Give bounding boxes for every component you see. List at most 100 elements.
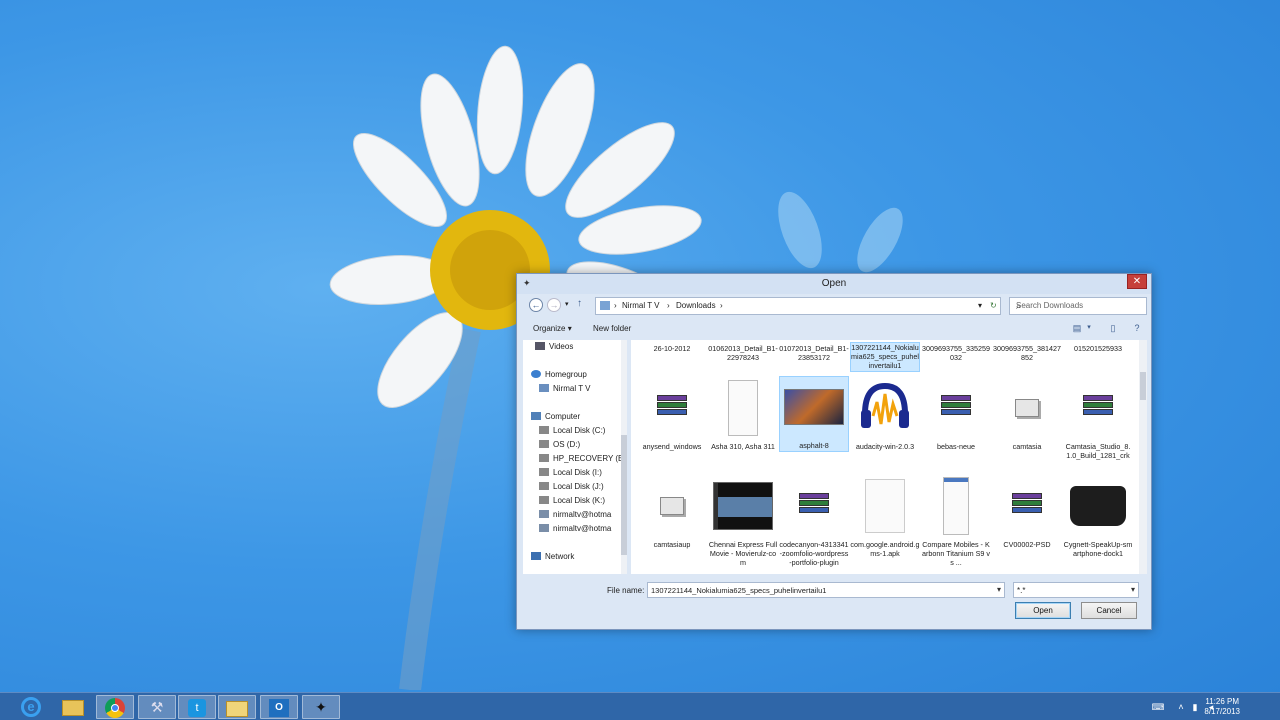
- file-item[interactable]: com.google.android.gms-1.apk: [850, 476, 920, 558]
- nav-network[interactable]: Network: [531, 552, 574, 561]
- chevron-up-icon[interactable]: ˄: [1176, 702, 1186, 712]
- twitter-icon[interactable]: t: [178, 695, 216, 719]
- image-thumbnail-icon: [784, 377, 844, 437]
- keyboard-icon[interactable]: ⌨: [1150, 702, 1166, 712]
- chevron-right-icon: ›: [720, 301, 723, 310]
- file-name: 26-10-2012: [653, 344, 691, 353]
- search-box[interactable]: Search Downloads ⌕: [1009, 297, 1147, 315]
- new-folder-button[interactable]: New folder: [593, 324, 631, 333]
- nav-drive-label: Local Disk (C:): [553, 426, 606, 435]
- network-drive-icon: [539, 524, 549, 532]
- file-name-value: 1307221144_Nokialumia625_specs_puhelinve…: [651, 586, 827, 595]
- file-explorer-icon[interactable]: [54, 695, 92, 719]
- nav-network-drive[interactable]: nirmaltv@hotma: [539, 510, 611, 519]
- breadcrumb-downloads[interactable]: Downloads: [676, 301, 716, 310]
- nav-network-drive[interactable]: nirmaltv@hotma: [539, 524, 611, 533]
- refresh-icon[interactable]: ↻: [990, 301, 997, 310]
- file-item[interactable]: anysend_windows: [637, 378, 707, 451]
- nav-videos[interactable]: Videos: [535, 342, 573, 351]
- file-item[interactable]: Compare Mobiles - Karbonn Titanium S9 vs…: [921, 476, 991, 567]
- nav-drive[interactable]: Local Disk (K:): [539, 496, 605, 505]
- file-name: 01072013_Detail_B1-23853172: [779, 344, 849, 362]
- outlook-icon[interactable]: O: [260, 695, 298, 719]
- file-item[interactable]: camtasiaup: [637, 476, 707, 549]
- nav-network-drive-label: nirmaltv@hotma: [553, 524, 612, 533]
- recent-dropdown-icon[interactable]: ▾: [565, 300, 569, 308]
- preview-pane-icon[interactable]: ▯: [1107, 323, 1119, 333]
- nav-computer[interactable]: Computer: [531, 412, 580, 421]
- breadcrumb-user[interactable]: Nirmal T V: [622, 301, 660, 310]
- file-type-select[interactable]: *.* ▾: [1013, 582, 1139, 598]
- file-item[interactable]: camtasia: [992, 378, 1062, 451]
- file-item[interactable]: bebas-neue: [921, 378, 991, 451]
- file-name: CV00002-PSD: [1003, 540, 1051, 549]
- file-item-selected[interactable]: 1307221144_Nokialumia625_specs_puhelinve…: [850, 342, 920, 372]
- nav-drive[interactable]: Local Disk (J:): [539, 482, 604, 491]
- nav-drive[interactable]: HP_RECOVERY (E: [539, 454, 623, 463]
- clock[interactable]: 11:26 PM 8/17/2013: [1204, 697, 1240, 717]
- taskbar: e ⚒ t O ✦ ⌨ ˄ ▮ ◂ 11:26 PM 8/17/2013: [0, 692, 1280, 720]
- chevron-down-icon[interactable]: ▾: [997, 585, 1001, 594]
- forward-icon[interactable]: →: [547, 298, 561, 312]
- file-item[interactable]: codecanyon-4313341-zoomfolio-wordpress-p…: [779, 476, 849, 567]
- nav-drive[interactable]: OS (D:): [539, 440, 580, 449]
- file-item[interactable]: Asha 310, Asha 311: [708, 378, 778, 451]
- nav-drive[interactable]: Local Disk (C:): [539, 426, 605, 435]
- nav-homegroup-user[interactable]: Nirmal T V: [539, 384, 591, 393]
- network-signal-icon[interactable]: ▮: [1190, 702, 1200, 712]
- file-item[interactable]: Chennai Express Full Movie - Movierulz-c…: [708, 476, 778, 567]
- file-item[interactable]: 01072013_Detail_B1-23853172: [779, 344, 849, 362]
- nav-homegroup[interactable]: Homegroup: [531, 370, 587, 379]
- winrar-icon: [926, 378, 986, 438]
- file-item[interactable]: Cygnett-SpeakUp-smartphone-dock1: [1063, 476, 1133, 558]
- open-button[interactable]: Open: [1015, 602, 1071, 619]
- nav-drive-label: HP_RECOVERY (E: [553, 454, 624, 463]
- folder-icon[interactable]: [218, 695, 256, 719]
- homegroup-icon: [531, 370, 541, 378]
- file-item[interactable]: 3009693755_381427852: [992, 344, 1062, 362]
- chevron-down-icon[interactable]: ▾: [1131, 585, 1135, 594]
- search-icon[interactable]: ⌕: [1016, 301, 1141, 312]
- chevron-down-icon[interactable]: ▾: [978, 301, 982, 310]
- winrar-icon: [784, 476, 844, 536]
- file-item[interactable]: 3009693755_335259032: [921, 344, 991, 362]
- file-item[interactable]: 015201525933: [1063, 344, 1133, 353]
- scrollbar-thumb[interactable]: [1140, 372, 1146, 400]
- nav-drive[interactable]: Local Disk (I:): [539, 468, 602, 477]
- nav-drive-label: Local Disk (J:): [553, 482, 604, 491]
- organize-button[interactable]: Organize ▾: [533, 324, 572, 333]
- cancel-button[interactable]: Cancel: [1081, 602, 1137, 619]
- user-icon: [539, 384, 549, 392]
- tool-icon[interactable]: ⚒: [138, 695, 176, 719]
- pin-icon[interactable]: ✦: [302, 695, 340, 719]
- internet-explorer-icon[interactable]: e: [12, 695, 50, 719]
- file-list: 26-10-2012 01062013_Detail_B1-22978243 0…: [631, 340, 1147, 574]
- open-file-dialog: ✦ Open ✕ ← → ▾ ↑ › Nirmal T V › Download…: [516, 273, 1152, 630]
- file-name: anysend_windows: [642, 442, 702, 451]
- view-options-icon[interactable]: ▤: [1071, 323, 1083, 333]
- chrome-icon[interactable]: [96, 695, 134, 719]
- up-arrow-icon[interactable]: ↑: [577, 298, 582, 309]
- file-item[interactable]: audacity-win-2.0.3: [850, 378, 920, 451]
- file-item[interactable]: 01062013_Detail_B1-22978243: [708, 344, 778, 362]
- chevron-down-icon[interactable]: ▾: [1083, 323, 1095, 333]
- file-name-input[interactable]: 1307221144_Nokialumia625_specs_puhelinve…: [647, 582, 1005, 598]
- file-item[interactable]: Camtasia_Studio_8.1.0_Build_1281_crk: [1063, 378, 1133, 460]
- file-name: com.google.android.gms-1.apk: [850, 540, 920, 558]
- close-button[interactable]: ✕: [1127, 274, 1147, 289]
- file-item-hover[interactable]: asphalt-8: [779, 376, 849, 452]
- file-item[interactable]: CV00002-PSD: [992, 476, 1062, 549]
- drive-icon: [539, 468, 549, 476]
- help-icon[interactable]: ?: [1131, 323, 1143, 333]
- file-list-scrollbar[interactable]: [1139, 340, 1147, 574]
- file-name: 01062013_Detail_B1-22978243: [708, 344, 778, 362]
- file-item[interactable]: 26-10-2012: [637, 344, 707, 353]
- scrollbar-thumb[interactable]: [621, 435, 627, 555]
- file-type-value: *.*: [1017, 586, 1026, 595]
- image-thumbnail-icon: [1068, 476, 1128, 536]
- back-icon[interactable]: ←: [529, 298, 543, 312]
- dialog-titlebar[interactable]: ✦ Open ✕: [517, 274, 1151, 294]
- nav-scrollbar[interactable]: [621, 340, 627, 574]
- address-bar[interactable]: › Nirmal T V › Downloads › ▾ ↻: [595, 297, 1001, 315]
- command-bar: Organize ▾ New folder ▤ ▾ ▯ ?: [523, 320, 1145, 338]
